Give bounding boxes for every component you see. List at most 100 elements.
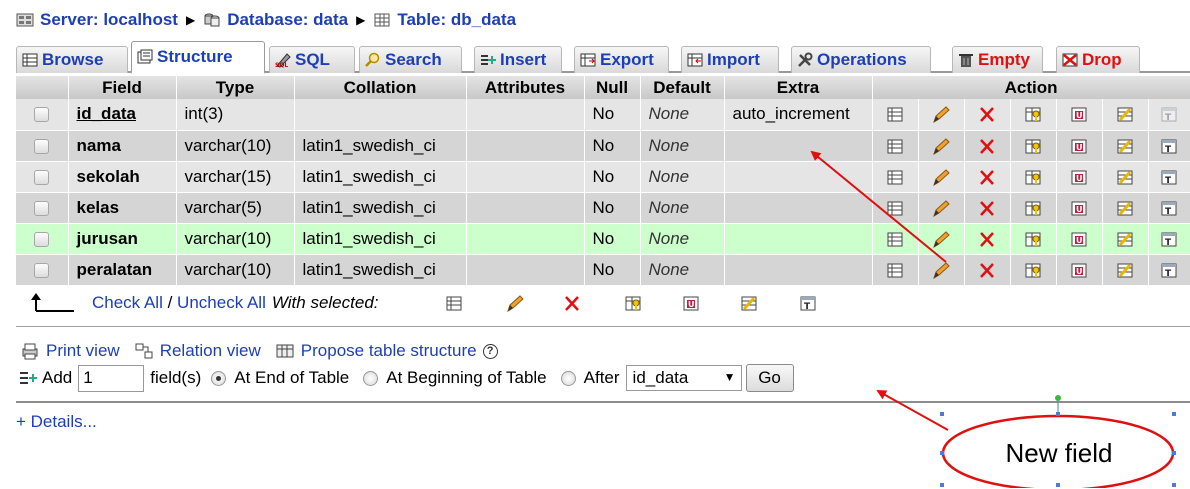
primary-key-icon[interactable] [1023,261,1043,280]
table-row[interactable]: jurusan varchar(10) latin1_swedish_ci No Non… [16,223,1190,255]
index-icon[interactable] [1115,261,1135,280]
breadcrumb-server[interactable]: Server: localhost [16,10,178,30]
bulk-browse-icon[interactable] [444,294,464,313]
propose-structure-link[interactable]: Propose table structure [301,341,477,361]
primary-key-icon[interactable] [1023,105,1043,124]
svg-text:U: U [1076,143,1083,152]
row-checkbox[interactable] [34,107,50,123]
index-icon[interactable] [1115,199,1135,218]
index-icon[interactable] [1115,168,1135,187]
browse-distinct-icon[interactable] [885,230,905,249]
tab-sql[interactable]: SQL SQL [269,46,355,73]
action-cell [918,99,965,131]
fulltext-icon[interactable]: T [1159,137,1179,156]
row-checkbox[interactable] [34,138,50,154]
row-checkbox[interactable] [34,169,50,185]
index-icon[interactable] [1115,105,1135,124]
tab-operations[interactable]: Operations [791,46,931,73]
field-name-cell: jurusan [68,223,177,255]
help-icon[interactable]: ? [482,343,498,359]
edit-pencil-icon[interactable] [931,261,951,280]
browse-distinct-icon[interactable] [885,261,905,280]
table-row[interactable]: nama varchar(10) latin1_swedish_ci No None U T [16,130,1190,162]
unique-icon[interactable]: U [1069,137,1089,156]
bulk-index-icon[interactable] [739,294,759,313]
tab-export[interactable]: Export [574,46,669,73]
bulk-fulltext-icon[interactable]: T [798,294,818,313]
fulltext-icon[interactable]: T [1159,230,1179,249]
at-end-label[interactable]: At End of Table [234,368,349,388]
primary-key-icon[interactable] [1023,199,1043,218]
at-beginning-radio[interactable] [363,370,379,386]
index-icon[interactable] [1115,137,1135,156]
tab-drop[interactable]: Drop [1056,46,1140,73]
print-view-link[interactable]: Print view [46,341,120,361]
edit-pencil-icon[interactable] [931,230,951,249]
edit-pencil-icon[interactable] [931,105,951,124]
breadcrumb-table[interactable]: Table: db_data [373,10,516,30]
action-cell [872,130,919,162]
bulk-edit-pencil-icon[interactable] [505,294,525,313]
browse-distinct-icon[interactable] [885,137,905,156]
fulltext-icon[interactable]: T [1159,168,1179,187]
delete-x-icon[interactable] [977,137,997,156]
table-row[interactable]: peralatan varchar(10) latin1_swedish_ci No N… [16,254,1190,286]
edit-pencil-icon[interactable] [931,168,951,187]
after-label[interactable]: After [584,368,620,388]
edit-pencil-icon[interactable] [931,137,951,156]
tab-insert[interactable]: Insert [474,46,562,73]
delete-x-icon[interactable] [977,168,997,187]
header-field[interactable]: Field [68,76,177,99]
fulltext-icon[interactable]: T [1159,261,1179,280]
table-row[interactable]: id_data int(3) No None auto_increment U T [16,99,1190,131]
row-checkbox[interactable] [34,231,50,247]
at-end-radio[interactable] [211,370,227,386]
tab-structure[interactable]: Structure [131,41,265,74]
check-all-link[interactable]: Check All [92,293,163,313]
table-row[interactable]: kelas varchar(5) latin1_swedish_ci No None U T [16,192,1190,224]
field-count-input[interactable] [78,364,145,392]
browse-distinct-icon[interactable] [885,168,905,187]
tab-search[interactable]: Search [359,46,462,73]
tab-browse[interactable]: Browse [16,46,128,73]
delete-x-icon[interactable] [977,230,997,249]
unique-icon[interactable]: U [1069,105,1089,124]
primary-key-icon[interactable] [1023,137,1043,156]
relation-view-link[interactable]: Relation view [160,341,261,361]
tab-import[interactable]: Import [681,46,779,73]
details-link[interactable]: + Details... [16,412,97,432]
at-beginning-label[interactable]: At Beginning of Table [386,368,546,388]
bulk-unique-icon[interactable]: U [681,294,701,313]
after-radio[interactable] [560,370,576,386]
bulk-delete-x-icon[interactable] [562,294,582,313]
row-checkbox[interactable] [34,262,50,278]
unique-icon[interactable]: U [1069,261,1089,280]
tab-empty[interactable]: Empty [952,46,1043,73]
unique-icon[interactable]: U [1069,230,1089,249]
row-checkbox[interactable] [34,200,50,216]
fulltext-icon[interactable]: T [1159,199,1179,218]
bulk-primary-key-icon[interactable] [623,294,643,313]
unique-icon[interactable]: U [1069,199,1089,218]
delete-x-icon[interactable] [977,105,997,124]
browse-distinct-icon[interactable] [885,199,905,218]
breadcrumb-database[interactable]: Database: data [203,10,348,30]
browse-distinct-icon[interactable] [885,105,905,124]
unique-icon[interactable]: U [1069,168,1089,187]
fulltext-icon[interactable]: T [1159,105,1179,124]
uncheck-all-link[interactable]: Uncheck All [177,293,266,313]
edit-pencil-icon[interactable] [931,199,951,218]
with-selected-label: With selected: [271,293,379,312]
tab-label: Search [385,50,442,69]
action-cell [1010,130,1057,162]
primary-key-icon[interactable] [1023,168,1043,187]
delete-x-icon[interactable] [977,261,997,280]
go-button[interactable]: Go [745,364,794,392]
table-row[interactable]: sekolah varchar(15) latin1_swedish_ci No Non… [16,161,1190,193]
index-icon[interactable] [1115,230,1135,249]
primary-key-icon[interactable] [1023,230,1043,249]
after-field-select[interactable]: id_data ▼ [625,365,742,391]
tab-label: Empty [978,50,1030,69]
delete-x-icon[interactable] [977,199,997,218]
field-name[interactable]: id_data [77,104,137,123]
